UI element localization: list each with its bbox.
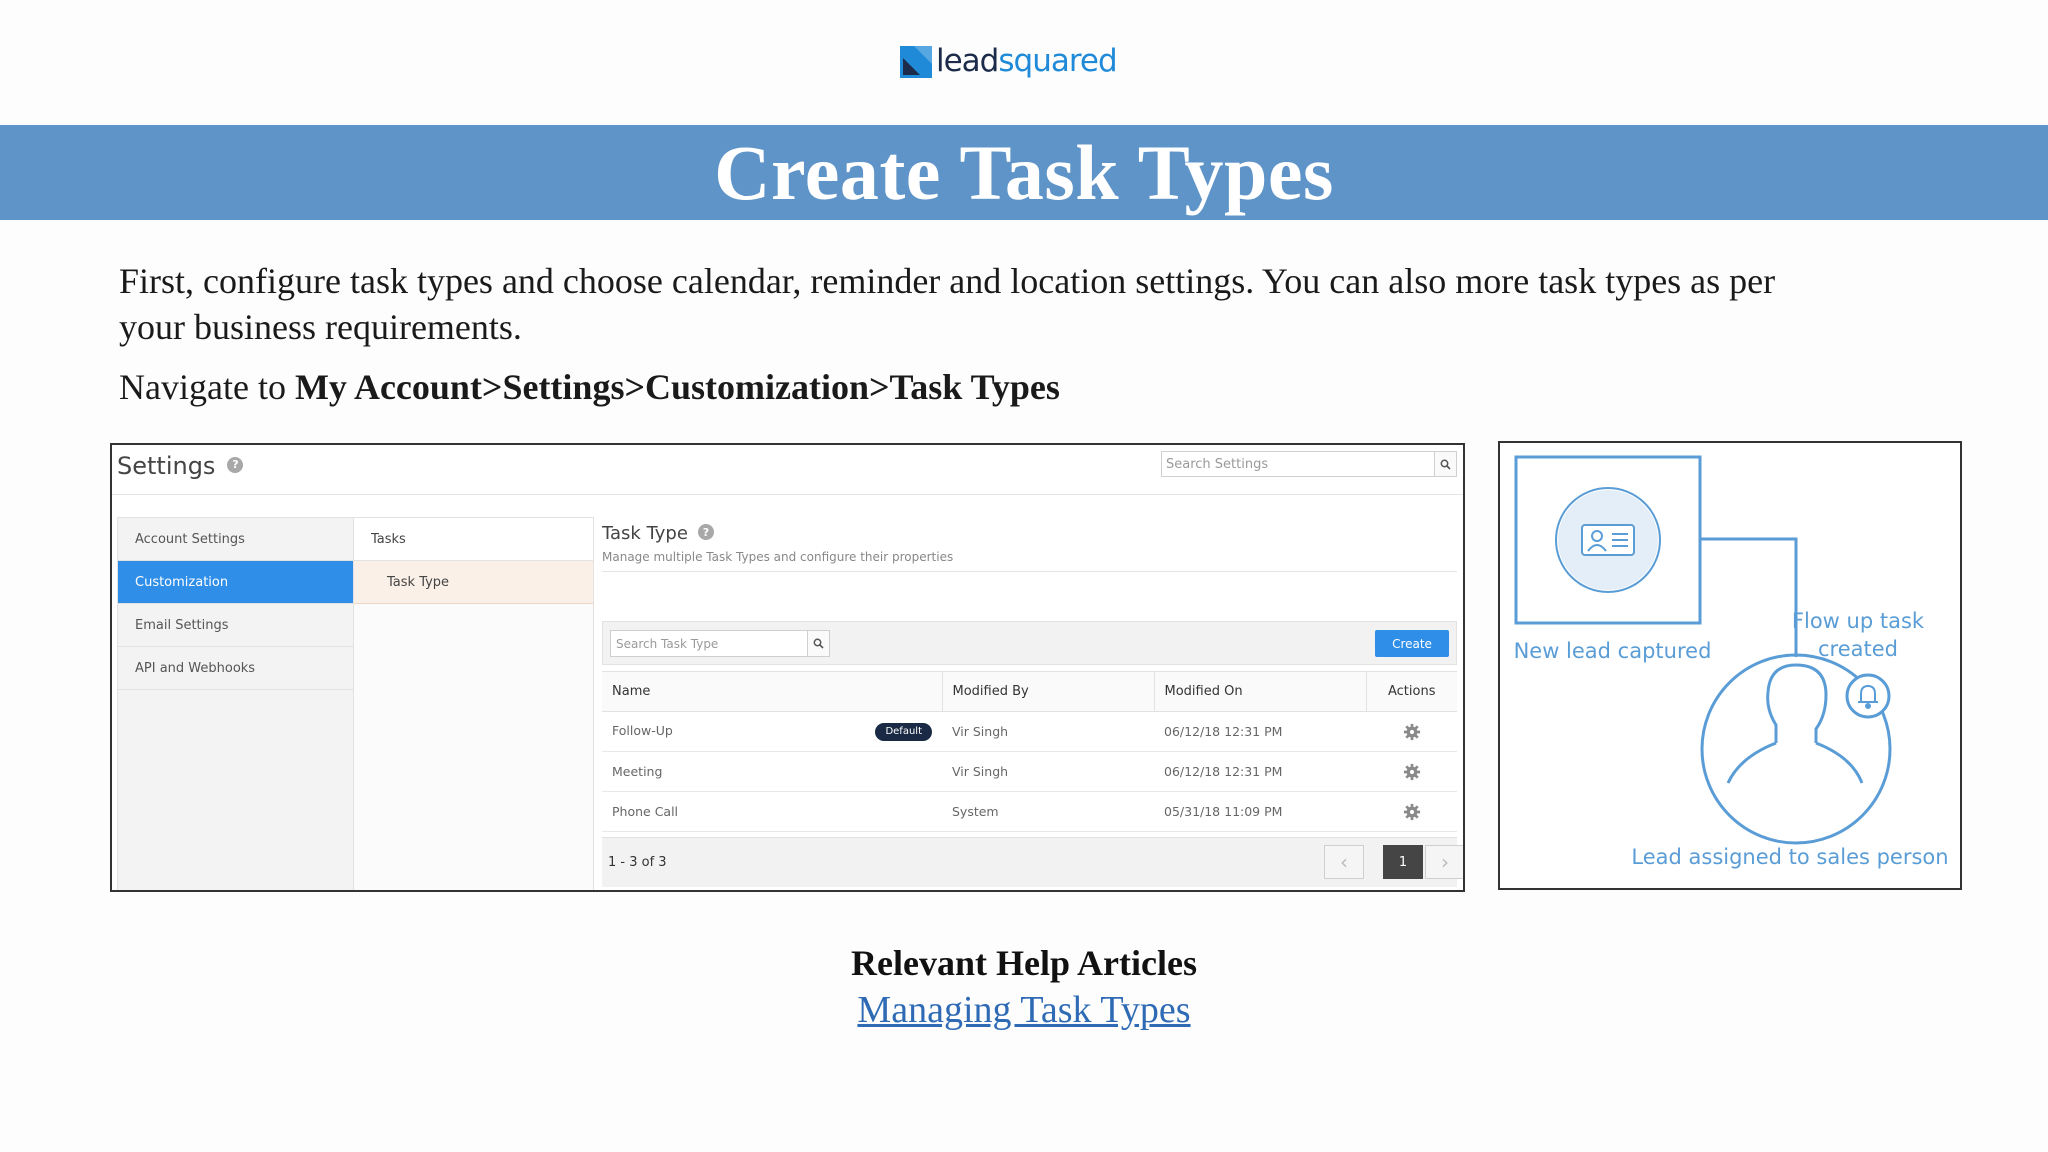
search-icon[interactable]: [807, 631, 829, 656]
menu-item-customization[interactable]: Customization: [118, 561, 353, 604]
cell-modified-on: 06/12/18 12:31 PM: [1154, 751, 1366, 792]
table-header-row: Name Modified By Modified On Actions: [602, 671, 1457, 712]
gear-icon[interactable]: [1403, 803, 1421, 821]
settings-topbar: Settings?: [112, 445, 1463, 495]
table-row[interactable]: Follow-Up Default Vir Singh 06/12/18 12:3…: [602, 711, 1457, 752]
search-icon[interactable]: [1434, 452, 1456, 476]
logo-wordmark: leadsquared: [936, 40, 1118, 82]
cell-modified-by: Vir Singh: [942, 711, 1154, 752]
default-badge: Default: [875, 722, 932, 741]
logo-text-squared: squared: [998, 43, 1117, 79]
cell-modified-by: System: [942, 791, 1154, 832]
title-banner: Create Task Types: [0, 125, 2048, 220]
flow-diagram-graphic: [1514, 455, 1892, 845]
contact-card-icon: [1581, 524, 1635, 556]
gear-icon[interactable]: [1403, 723, 1421, 741]
intro-paragraph: First, configure task types and choose c…: [119, 261, 1776, 347]
menu-item-account-settings[interactable]: Account Settings: [118, 518, 353, 561]
panel-title-text: Task Type: [602, 523, 688, 544]
pagination-summary: 1 - 3 of 3: [608, 855, 667, 870]
cell-name: Phone Call: [602, 791, 942, 832]
task-type-name[interactable]: Meeting: [612, 764, 662, 779]
managing-task-types-link[interactable]: Managing Task Types: [857, 989, 1190, 1031]
task-type-search: [610, 630, 830, 657]
settings-submenu: Tasks Task Type: [354, 517, 594, 890]
settings-menu: Account Settings Customization Email Set…: [117, 517, 354, 890]
settings-search: [1161, 451, 1457, 477]
nav-path: My Account>Settings>Customization>Task T…: [294, 367, 1060, 407]
pagination: 1 - 3 of 3 ‹ 1 ›: [602, 837, 1463, 887]
logo-text-lead: lead: [936, 43, 999, 79]
leadsquared-logo: leadsquared: [900, 40, 1118, 82]
column-header-modified-by[interactable]: Modified By: [941, 671, 1154, 712]
cell-actions: [1366, 791, 1457, 832]
column-header-modified-on[interactable]: Modified On: [1153, 671, 1366, 712]
lead-flow-diagram: New lead captured Flow up task created L…: [1498, 441, 1962, 890]
table-row[interactable]: Phone Call System 05/31/18 11:09 PM: [602, 791, 1457, 832]
panel-toolbar: Create: [602, 621, 1457, 665]
next-page-button[interactable]: ›: [1425, 845, 1463, 879]
page-title: Create Task Types: [714, 128, 1334, 216]
task-type-name[interactable]: Follow-Up: [612, 723, 673, 738]
settings-title-text: Settings: [117, 452, 216, 480]
gear-icon[interactable]: [1403, 763, 1421, 781]
panel-subtitle: Manage multiple Task Types and configure…: [602, 550, 954, 564]
column-header-actions: Actions: [1365, 671, 1457, 712]
settings-search-input[interactable]: [1162, 452, 1432, 476]
cell-modified-by: Vir Singh: [942, 751, 1154, 792]
follow-up-label: Flow up task created: [1791, 609, 1925, 661]
cell-name: Meeting: [602, 751, 942, 792]
task-type-name[interactable]: Phone Call: [612, 804, 678, 819]
submenu-header-tasks: Tasks: [354, 518, 593, 561]
task-type-search-input[interactable]: [611, 631, 807, 656]
task-type-table: Name Modified By Modified On Actions Fol…: [602, 671, 1457, 832]
cell-modified-on: 05/31/18 11:09 PM: [1154, 791, 1366, 832]
nav-prefix: Navigate to: [119, 367, 295, 407]
cell-modified-on: 06/12/18 12:31 PM: [1154, 711, 1366, 752]
help-link-container: Managing Task Types: [0, 988, 2048, 1032]
help-icon[interactable]: ?: [227, 457, 244, 473]
person-silhouette-icon: [1726, 663, 1864, 784]
navigation-instruction: Navigate to My Account>Settings>Customiz…: [119, 366, 1060, 408]
panel-help-icon[interactable]: ?: [697, 524, 714, 540]
lead-assigned-label: Lead assigned to sales person: [1631, 845, 1949, 869]
bell-circle: [1845, 673, 1891, 719]
settings-title: Settings?: [117, 449, 244, 483]
create-button[interactable]: Create: [1375, 630, 1449, 657]
submenu-item-task-type[interactable]: Task Type: [354, 561, 593, 604]
prev-page-button[interactable]: ‹: [1324, 845, 1364, 879]
cell-name: Follow-Up Default: [602, 711, 942, 752]
page-1-button[interactable]: 1: [1383, 845, 1423, 879]
help-articles-heading: Relevant Help Articles: [851, 943, 1197, 983]
settings-screenshot: Settings? Account Settings Customization…: [110, 443, 1465, 892]
cell-actions: [1366, 711, 1457, 752]
table-row[interactable]: Meeting Vir Singh 06/12/18 12:31 PM: [602, 751, 1457, 792]
cell-actions: [1366, 751, 1457, 792]
menu-item-email-settings[interactable]: Email Settings: [118, 604, 353, 647]
menu-item-api-webhooks[interactable]: API and Webhooks: [118, 647, 353, 690]
logo-mark-icon: [900, 46, 932, 78]
new-lead-label: New lead captured: [1513, 639, 1712, 663]
column-header-name[interactable]: Name: [602, 671, 942, 712]
panel-title: Task Type?: [602, 523, 714, 544]
task-type-panel: Task Type? Manage multiple Task Types an…: [594, 517, 1463, 890]
divider: [602, 571, 1457, 572]
